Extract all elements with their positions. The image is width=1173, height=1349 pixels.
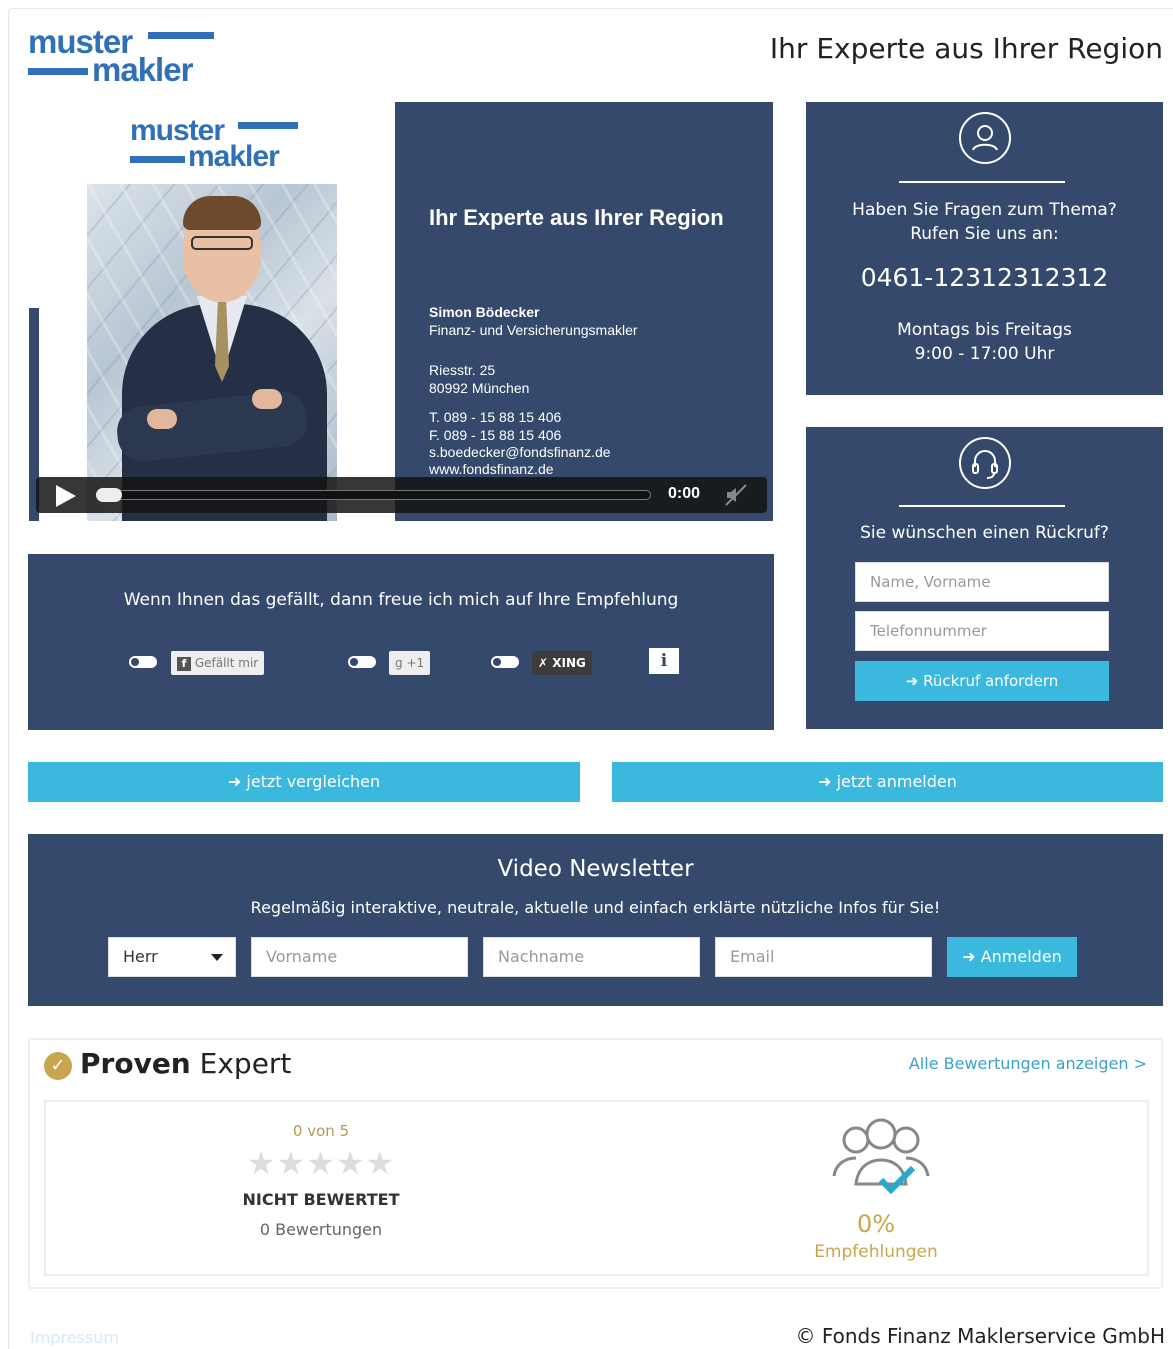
- video-logo: muster makler: [130, 116, 300, 173]
- callback-title: Sie wünschen einen Rückruf?: [860, 523, 1109, 543]
- advisor-street: Riesstr. 25: [429, 362, 496, 378]
- headset-icon: [959, 437, 1011, 489]
- user-icon: [959, 112, 1011, 164]
- proven-expert-summary: 0 von 5 ★★★★★ NICHT BEWERTET 0 Bewertung…: [44, 1100, 1149, 1276]
- callback-name-input[interactable]: Name, Vorname: [855, 562, 1109, 602]
- video-logo-bar-bottom: [130, 156, 185, 163]
- advisor-phone: T. 089 - 15 88 15 406: [429, 409, 562, 425]
- register-button[interactable]: ➜ jetzt anmelden: [612, 762, 1163, 802]
- newsletter-subtitle: Regelmäßig interaktive, neutrale, aktuel…: [250, 898, 941, 917]
- video-player-controls[interactable]: 0:00: [36, 477, 767, 513]
- logo-bar-bottom: [28, 68, 88, 75]
- proven-expert-badge-icon: ✓: [44, 1052, 72, 1080]
- proven-expert-brand-bold: Proven: [80, 1047, 191, 1080]
- contact-question-1: Haben Sie Fragen zum Thema?: [852, 200, 1117, 220]
- callback-submit-button[interactable]: ➜ Rückruf anfordern: [855, 661, 1109, 701]
- logo-text-2: makler: [92, 51, 193, 89]
- advisor-name: Simon Bödecker: [429, 304, 540, 320]
- salutation-value: Herr: [123, 947, 158, 966]
- firstname-input[interactable]: Vorname: [251, 937, 468, 977]
- lastname-input[interactable]: Nachname: [483, 937, 700, 977]
- salutation-select[interactable]: Herr: [108, 937, 236, 977]
- advisor-photo: [87, 184, 337, 521]
- xing-label: XING: [552, 656, 586, 670]
- all-reviews-link[interactable]: Alle Bewertungen anzeigen >: [909, 1054, 1147, 1073]
- video-progress-track[interactable]: [96, 490, 651, 500]
- video-headline: Ihr Experte aus Ihrer Region: [429, 205, 724, 230]
- facebook-like-button[interactable]: f Gefällt mir: [171, 651, 265, 675]
- advisor-fax: F. 089 - 15 88 15 406: [429, 427, 562, 443]
- mute-icon[interactable]: [724, 483, 748, 512]
- contact-box: Haben Sie Fragen zum Thema? Rufen Sie un…: [806, 102, 1163, 395]
- gplus-label: +1: [406, 656, 425, 670]
- chevron-down-icon: [211, 954, 223, 961]
- callback-divider: [899, 505, 1065, 507]
- advisor-role: Finanz- und Versicherungsmakler: [429, 322, 638, 338]
- proven-expert-widget: ✓ Proven Expert Alle Bewertungen anzeige…: [28, 1038, 1163, 1289]
- contact-hours-1: Montags bis Freitags: [897, 320, 1072, 340]
- compare-button[interactable]: ➜ jetzt vergleichen: [28, 762, 580, 802]
- video-time: 0:00: [668, 485, 701, 502]
- video-progress-knob[interactable]: [96, 488, 122, 502]
- logo-bar-top: [148, 32, 214, 39]
- callback-phone-input[interactable]: Telefonnummer: [855, 611, 1109, 651]
- advisor-web: www.fondsfinanz.de: [429, 461, 554, 477]
- facebook-like-label: Gefällt mir: [194, 656, 259, 670]
- video-logo-text-2: makler: [188, 139, 280, 173]
- contact-question-2: Rufen Sie uns an:: [910, 224, 1059, 244]
- header-logo[interactable]: muster makler: [28, 25, 218, 86]
- newsletter-box: Video Newsletter Regelmäßig interaktive,…: [28, 834, 1163, 1006]
- contact-phone[interactable]: 0461-12312312312: [806, 265, 1163, 290]
- not-rated-label: NICHT BEWERTET: [242, 1190, 400, 1209]
- video-logo-bar-top: [238, 122, 298, 129]
- recommend-label: Empfehlungen: [814, 1242, 938, 1262]
- reviews-count: 0 Bewertungen: [259, 1220, 383, 1239]
- advisor-city: 80992 München: [429, 380, 530, 396]
- imprint-link[interactable]: Impressum: [30, 1328, 119, 1347]
- rating-stars: ★★★★★: [246, 1144, 396, 1182]
- gplus-toggle[interactable]: [348, 656, 376, 668]
- newsletter-title: Video Newsletter: [497, 856, 694, 882]
- recommend-box: Wenn Ihnen das gefällt, dann freue ich m…: [28, 554, 774, 730]
- callback-box: Sie wünschen einen Rückruf? Name, Vornam…: [806, 427, 1163, 729]
- video-info-panel: Ihr Experte aus Ihrer Region Simon Bödec…: [395, 102, 773, 521]
- info-button[interactable]: i: [649, 648, 679, 674]
- xing-button[interactable]: ✗ XING: [532, 651, 592, 675]
- advisor-email: s.boedecker@fondsfinanz.de: [429, 444, 611, 460]
- proven-expert-brand-light: Expert: [199, 1047, 292, 1080]
- xing-toggle[interactable]: [491, 656, 519, 668]
- email-input[interactable]: Email: [715, 937, 932, 977]
- facebook-icon: f: [177, 657, 191, 671]
- facebook-toggle[interactable]: [129, 656, 157, 668]
- contact-hours-2: 9:00 - 17:00 Uhr: [914, 344, 1055, 364]
- newsletter-submit-button[interactable]: ➜ Anmelden: [947, 937, 1077, 977]
- header-title: Ihr Experte aus Ihrer Region: [769, 32, 1163, 65]
- gplus-icon: g: [395, 656, 403, 670]
- play-icon[interactable]: [56, 485, 76, 507]
- recommend-title: Wenn Ihnen das gefällt, dann freue ich m…: [123, 590, 679, 610]
- xing-icon: ✗: [538, 656, 549, 670]
- gplus-button[interactable]: g +1: [389, 651, 431, 675]
- copyright-text: © Fonds Finanz Maklerservice GmbH: [795, 1324, 1166, 1348]
- rating-score: 0 von 5: [292, 1122, 350, 1140]
- recommend-percent: 0%: [856, 1210, 896, 1238]
- contact-divider: [899, 181, 1065, 183]
- proven-expert-logo[interactable]: Proven Expert: [80, 1047, 291, 1080]
- people-check-icon: [826, 1114, 930, 1195]
